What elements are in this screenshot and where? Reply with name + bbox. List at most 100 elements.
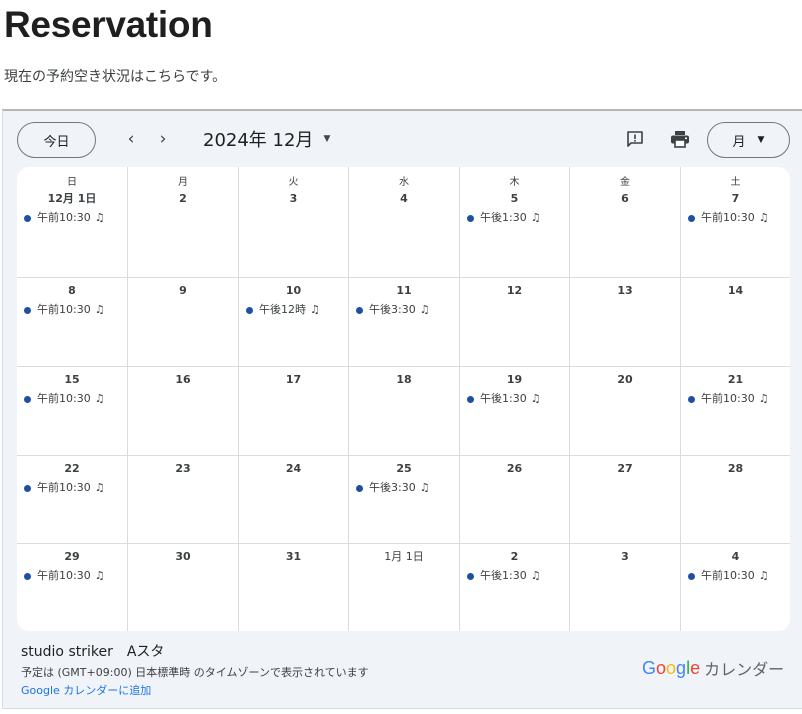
chevron-right-icon[interactable]: ›: [149, 125, 177, 153]
day-number[interactable]: 3: [570, 550, 680, 564]
day-number[interactable]: 22: [17, 462, 127, 476]
google-calendar-logo[interactable]: Google カレンダー: [642, 656, 784, 680]
event-chip[interactable]: 午前10:30 ♫: [681, 569, 790, 583]
day-number[interactable]: 2: [128, 192, 238, 206]
day-cell[interactable]: 14: [681, 278, 790, 367]
event-chip[interactable]: 午後3:30 ♫: [349, 481, 459, 495]
day-cell[interactable]: 水4: [349, 167, 460, 278]
day-cell[interactable]: 22 午前10:30 ♫: [17, 456, 128, 544]
day-cell[interactable]: 25 午後3:30 ♫: [349, 456, 460, 544]
feedback-icon[interactable]: [621, 125, 649, 153]
day-cell[interactable]: 31: [239, 544, 349, 631]
day-cell[interactable]: 4 午前10:30 ♫: [681, 544, 790, 631]
day-cell[interactable]: 18: [349, 367, 460, 456]
day-number[interactable]: 11: [349, 284, 459, 298]
day-number[interactable]: 10: [239, 284, 348, 298]
day-number[interactable]: 31: [239, 550, 348, 564]
day-cell[interactable]: 2 午後1:30 ♫: [460, 544, 570, 631]
day-number[interactable]: 25: [349, 462, 459, 476]
day-number[interactable]: 15: [17, 373, 127, 387]
event-time: 午後3:30: [369, 481, 416, 494]
day-number[interactable]: 17: [239, 373, 348, 387]
day-cell[interactable]: 12: [460, 278, 570, 367]
day-number[interactable]: 5: [460, 192, 569, 206]
day-number[interactable]: 8: [17, 284, 127, 298]
event-chip[interactable]: 午後1:30 ♫: [460, 569, 569, 583]
day-number[interactable]: 28: [681, 462, 790, 476]
day-cell[interactable]: 9: [128, 278, 239, 367]
day-number[interactable]: 1月 1日: [349, 550, 459, 564]
day-number[interactable]: 30: [128, 550, 238, 564]
day-cell[interactable]: 火3: [239, 167, 349, 278]
day-number[interactable]: 12月 1日: [17, 192, 127, 206]
day-number[interactable]: 24: [239, 462, 348, 476]
day-cell[interactable]: 土 7 午前10:30 ♫: [681, 167, 790, 278]
day-number[interactable]: 20: [570, 373, 680, 387]
event-chip[interactable]: 午後12時 ♫: [239, 303, 348, 317]
day-cell[interactable]: 10 午後12時 ♫: [239, 278, 349, 367]
day-cell[interactable]: 29 午前10:30 ♫: [17, 544, 128, 631]
day-number[interactable]: 18: [349, 373, 459, 387]
day-cell[interactable]: 8 午前10:30 ♫: [17, 278, 128, 367]
day-cell[interactable]: 15 午前10:30 ♫: [17, 367, 128, 456]
day-number[interactable]: 2: [460, 550, 569, 564]
today-button[interactable]: 今日: [17, 122, 96, 158]
day-number[interactable]: 19: [460, 373, 569, 387]
day-cell[interactable]: 木 5 午後1:30 ♫: [460, 167, 570, 278]
day-number[interactable]: 9: [128, 284, 238, 298]
day-number[interactable]: 29: [17, 550, 127, 564]
add-to-google-calendar-link[interactable]: Google カレンダーに追加: [21, 683, 151, 699]
music-note-icon: ♫: [530, 392, 541, 405]
event-chip[interactable]: 午後1:30 ♫: [460, 211, 569, 225]
event-chip[interactable]: 午前10:30 ♫: [681, 211, 790, 225]
day-cell[interactable]: 3: [570, 544, 681, 631]
view-selector-button[interactable]: 月 ▼: [707, 122, 790, 158]
weekday-header: 月: [178, 177, 188, 188]
day-cell[interactable]: 1月 1日: [349, 544, 460, 631]
event-chip[interactable]: 午前10:30 ♫: [17, 481, 127, 495]
day-number[interactable]: 6: [570, 192, 680, 206]
day-number[interactable]: 21: [681, 373, 790, 387]
event-time: 午前10:30: [701, 569, 755, 582]
day-cell[interactable]: 23: [128, 456, 239, 544]
day-cell[interactable]: 17: [239, 367, 349, 456]
music-note-icon: ♫: [94, 303, 105, 316]
day-cell[interactable]: 16: [128, 367, 239, 456]
day-cell[interactable]: 19 午後1:30 ♫: [460, 367, 570, 456]
day-number[interactable]: 14: [681, 284, 790, 298]
event-chip[interactable]: 午後3:30 ♫: [349, 303, 459, 317]
event-time: 午前10:30: [37, 481, 91, 494]
day-number[interactable]: 7: [681, 192, 790, 206]
day-cell[interactable]: 月2: [128, 167, 239, 278]
day-cell[interactable]: 30: [128, 544, 239, 631]
day-number[interactable]: 3: [239, 192, 348, 206]
day-number[interactable]: 4: [349, 192, 459, 206]
event-dot-icon: [467, 572, 474, 580]
day-cell[interactable]: 21 午前10:30 ♫: [681, 367, 790, 456]
day-cell[interactable]: 日 12月 1日 午前10:30 ♫: [17, 167, 128, 278]
event-chip[interactable]: 午前10:30 ♫: [681, 392, 790, 406]
day-cell[interactable]: 28: [681, 456, 790, 544]
day-cell[interactable]: 26: [460, 456, 570, 544]
day-number[interactable]: 23: [128, 462, 238, 476]
day-cell[interactable]: 13: [570, 278, 681, 367]
month-selector[interactable]: 2024年 12月 ▼: [203, 125, 330, 153]
day-number[interactable]: 12: [460, 284, 569, 298]
day-cell[interactable]: 20: [570, 367, 681, 456]
day-cell[interactable]: 24: [239, 456, 349, 544]
day-number[interactable]: 4: [681, 550, 790, 564]
event-chip[interactable]: 午前10:30 ♫: [17, 569, 127, 583]
day-cell[interactable]: 金6: [570, 167, 681, 278]
event-chip[interactable]: 午前10:30 ♫: [17, 211, 127, 225]
day-cell[interactable]: 27: [570, 456, 681, 544]
chevron-left-icon[interactable]: ‹: [117, 125, 145, 153]
day-cell[interactable]: 11 午後3:30 ♫: [349, 278, 460, 367]
print-icon[interactable]: [666, 125, 694, 153]
event-chip[interactable]: 午前10:30 ♫: [17, 303, 127, 317]
day-number[interactable]: 16: [128, 373, 238, 387]
day-number[interactable]: 13: [570, 284, 680, 298]
day-number[interactable]: 26: [460, 462, 569, 476]
event-chip[interactable]: 午前10:30 ♫: [17, 392, 127, 406]
event-chip[interactable]: 午後1:30 ♫: [460, 392, 569, 406]
day-number[interactable]: 27: [570, 462, 680, 476]
